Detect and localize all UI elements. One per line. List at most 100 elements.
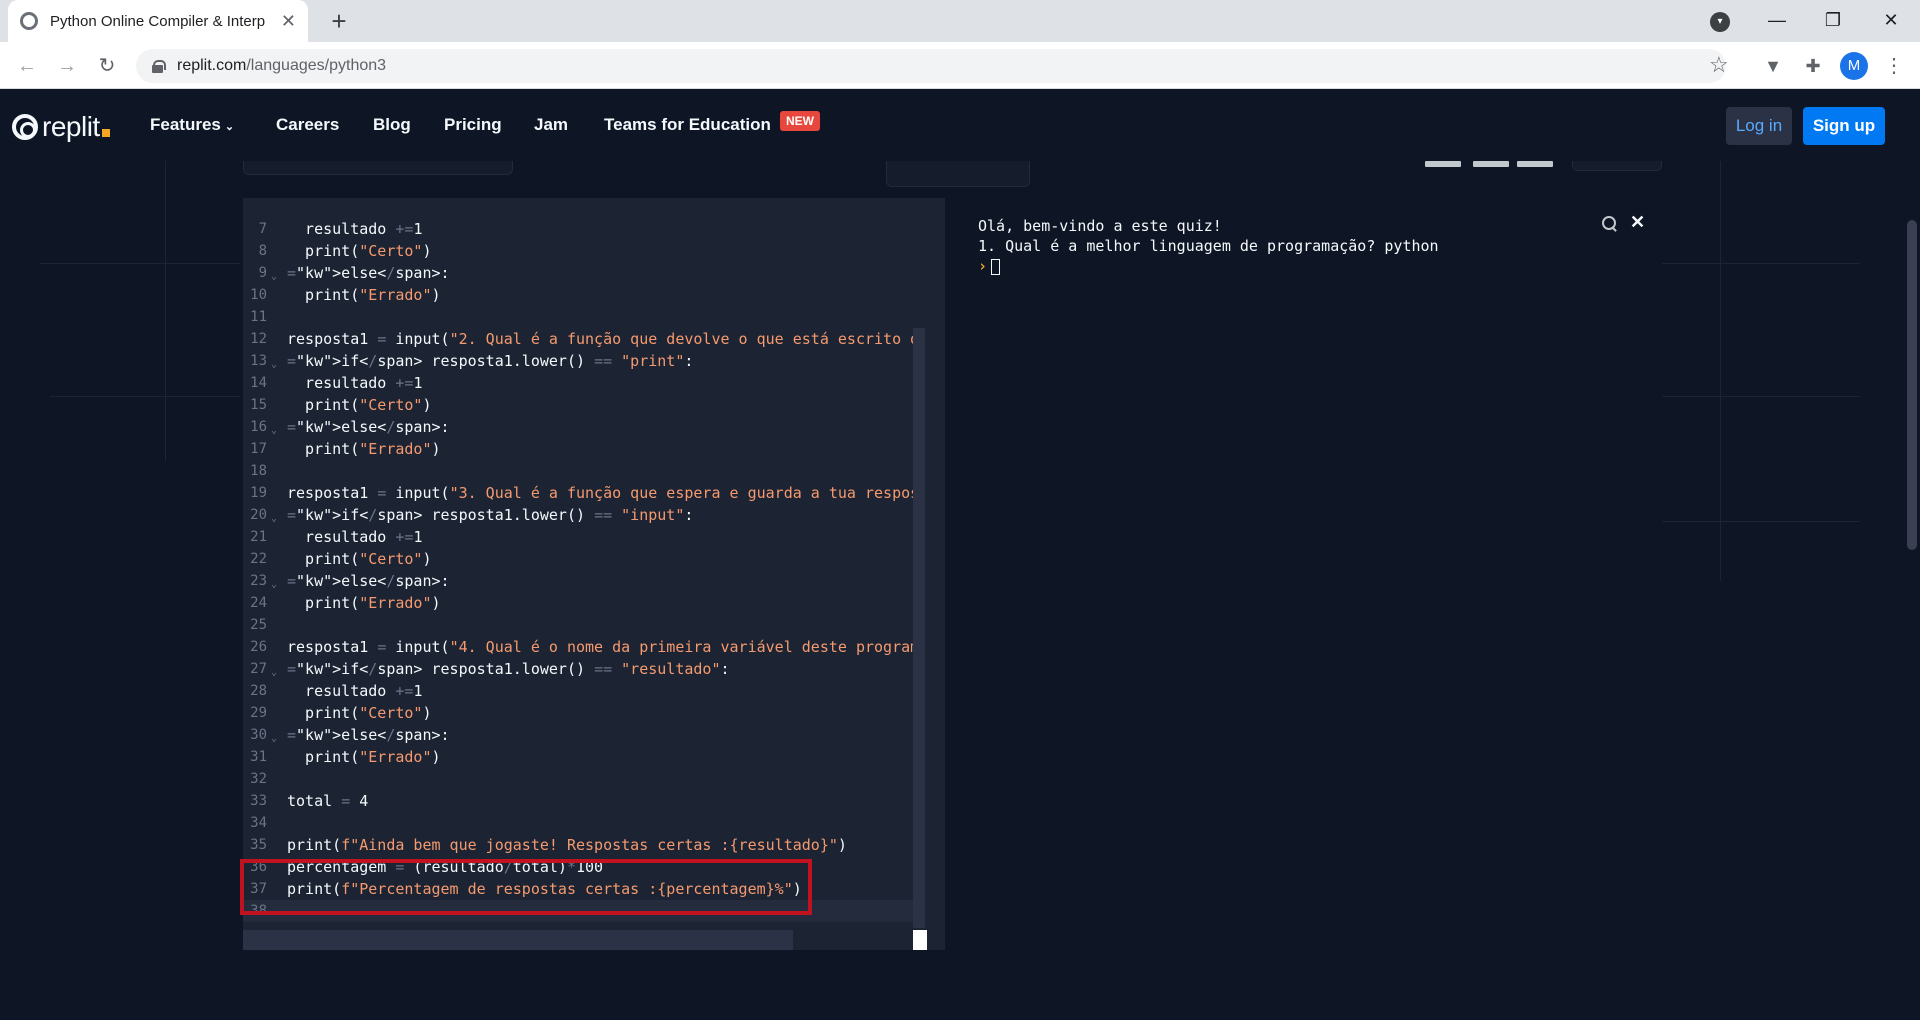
line-number: 9 (258, 265, 267, 281)
replit-logo[interactable]: replit (12, 111, 110, 143)
code-line[interactable]: 22 print("Certo") (243, 548, 913, 570)
console-close-icon[interactable]: ✕ (1630, 212, 1645, 233)
lock-icon[interactable] (152, 60, 166, 73)
code-text: resposta1 = input("3. Qual é a função qu… (287, 484, 920, 502)
code-line[interactable]: 21 resultado +=1 (243, 526, 913, 548)
line-number: 30 (250, 727, 267, 743)
code-line[interactable]: 10 print("Errado") (243, 284, 913, 306)
nav-blog[interactable]: Blog (373, 115, 411, 135)
restore-icon[interactable]: ❐ (1808, 0, 1858, 40)
text-cursor (991, 258, 1001, 275)
code-line[interactable]: 27 ⌄ ="kw">if</span> resposta1.lower() == … (243, 658, 913, 680)
nav-features[interactable]: Features ⌄ (150, 115, 234, 135)
code-line[interactable]: 12 resposta1 = input("2. Qual é a função … (243, 328, 919, 350)
minimize-icon[interactable]: — (1752, 0, 1802, 40)
grid-line (1660, 396, 1860, 397)
code-text: print("Certo") (287, 704, 432, 722)
code-line[interactable]: 24 print("Errado") (243, 592, 913, 614)
code-text: ="kw">else</span>: (287, 572, 450, 590)
console-search-icon[interactable] (1602, 216, 1618, 232)
line-number: 35 (250, 837, 267, 853)
line-number: 33 (250, 793, 267, 809)
replit-logo-icon (12, 114, 38, 140)
code-line[interactable]: 29 print("Certo") (243, 702, 913, 724)
line-number: 32 (250, 771, 267, 787)
nav-jam[interactable]: Jam (534, 115, 568, 135)
signup-button[interactable]: Sign up (1803, 107, 1885, 145)
bookmark-star-icon[interactable]: ☆ (1709, 53, 1729, 77)
tab-title: Python Online Compiler & Interp (50, 12, 266, 30)
code-line[interactable]: 26 resposta1 = input("4. Qual é o nome da… (243, 636, 919, 658)
code-line[interactable]: 23 ⌄ ="kw">else</span>: (243, 570, 913, 592)
code-line[interactable]: 19 resposta1 = input("3. Qual é a função … (243, 482, 919, 504)
nav-careers[interactable]: Careers (276, 115, 339, 135)
code-line[interactable]: 31 print("Errado") (243, 746, 913, 768)
code-line[interactable]: 18 (243, 460, 913, 482)
nav-features-label: Features (150, 115, 221, 134)
line-number: 34 (250, 815, 267, 831)
code-line[interactable]: 30 ⌄ ="kw">else</span>: (243, 724, 913, 746)
nav-teams-for-education[interactable]: Teams for Education (604, 115, 771, 135)
code-line[interactable]: 9 ⌄ ="kw">else</span>: (243, 262, 913, 284)
code-text: print("Certo") (287, 550, 432, 568)
line-number: 21 (250, 529, 267, 545)
code-line[interactable]: 32 (243, 768, 913, 790)
code-text: resultado +=1 (287, 528, 423, 546)
console-panel[interactable]: Olá, bem-vindo a este quiz! 1. Qual é a … (958, 198, 1662, 950)
code-line[interactable]: 16 ⌄ ="kw">else</span>: (243, 416, 913, 438)
nav-pricing[interactable]: Pricing (444, 115, 502, 135)
code-line[interactable]: 20 ⌄ ="kw">if</span> resposta1.lower() == … (243, 504, 913, 526)
code-line[interactable]: 33 total = 4 (243, 790, 913, 812)
code-editor[interactable]: 7 resultado +=1 8 print("Certo") 9 ⌄ ="kw">e… (243, 198, 945, 950)
code-line[interactable]: 7 resultado +=1 (243, 218, 913, 240)
code-line[interactable]: 17 print("Errado") (243, 438, 913, 460)
grid-line (165, 161, 166, 461)
code-line[interactable]: 34 (243, 812, 913, 834)
code-text: print("Errado") (287, 440, 441, 458)
code-line[interactable]: 11 (243, 306, 913, 328)
url-field[interactable]: replit.com/languages/python3 (136, 49, 1726, 83)
code-text: resultado +=1 (287, 682, 423, 700)
code-text: print("Errado") (287, 594, 441, 612)
line-number: 27 (250, 661, 267, 677)
tab-search-icon[interactable]: ▾ (1710, 12, 1730, 32)
code-line[interactable]: 15 print("Certo") (243, 394, 913, 416)
code-line[interactable]: 14 resultado +=1 (243, 372, 913, 394)
console-output: Olá, bem-vindo a este quiz! 1. Qual é a … (978, 216, 1439, 276)
console-input-line[interactable]: › (978, 256, 1439, 276)
line-number: 11 (250, 309, 267, 325)
line-number: 15 (250, 397, 267, 413)
code-text: print("Errado") (287, 748, 441, 766)
browser-tab[interactable]: Python Online Compiler & Interp ✕ (8, 0, 308, 42)
line-number: 26 (250, 639, 267, 655)
line-number: 10 (250, 287, 267, 303)
annotation-highlight-box (240, 859, 812, 915)
tab-close-icon[interactable]: ✕ (281, 11, 296, 32)
login-button[interactable]: Log in (1726, 107, 1792, 145)
extension-filter-icon[interactable]: ▼ (1762, 55, 1784, 77)
page-scrollbar-thumb[interactable] (1907, 220, 1917, 550)
site-navigation: replit Features ⌄ Careers Blog Pricing Ja… (0, 89, 1920, 161)
editor-vertical-scrollbar[interactable] (913, 328, 925, 928)
profile-avatar[interactable]: M (1840, 52, 1868, 80)
code-text: print(f"Ainda bem que jogaste! Respostas… (287, 836, 847, 854)
editor-horizontal-scrollbar[interactable] (243, 930, 793, 950)
forward-icon[interactable]: → (52, 51, 82, 81)
window-close-icon[interactable]: ✕ (1866, 0, 1916, 40)
grid-line (40, 263, 240, 264)
background-bar (1425, 161, 1461, 167)
code-line[interactable]: 35 print(f"Ainda bem que jogaste! Respost… (243, 834, 913, 856)
new-tab-icon[interactable]: + (324, 6, 354, 36)
browser-menu-icon[interactable]: ⋮ (1884, 54, 1904, 78)
code-line[interactable]: 8 print("Certo") (243, 240, 913, 262)
code-lines[interactable]: 7 resultado +=1 8 print("Certo") 9 ⌄ ="kw">e… (243, 218, 919, 922)
code-line[interactable]: 25 (243, 614, 913, 636)
logo-accent-icon (101, 129, 110, 137)
code-line[interactable]: 28 resultado +=1 (243, 680, 913, 702)
code-line[interactable]: 13 ⌄ ="kw">if</span> resposta1.lower() == … (243, 350, 913, 372)
extensions-puzzle-icon[interactable]: ✚ (1802, 55, 1824, 77)
line-number: 28 (250, 683, 267, 699)
code-text: resultado +=1 (287, 220, 423, 238)
back-icon[interactable]: ← (12, 51, 42, 81)
reload-icon[interactable]: ↻ (92, 51, 122, 81)
